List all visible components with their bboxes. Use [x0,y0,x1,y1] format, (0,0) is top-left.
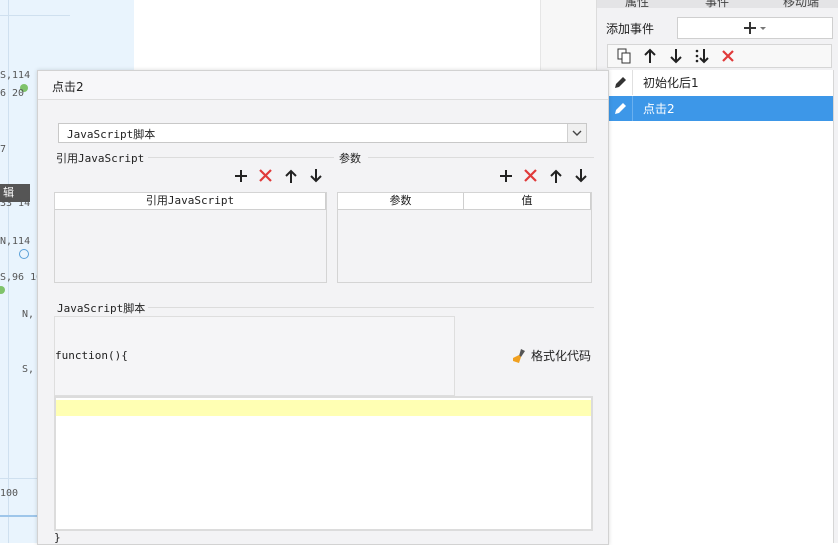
column-header[interactable]: 引用JavaScript [55,193,326,209]
tab-events[interactable]: 事件 [705,0,729,8]
chevron-down-icon[interactable] [567,124,586,142]
event-label: 初始化后1 [643,76,699,90]
script-type-value: JavaScript脚本 [67,128,156,141]
broom-icon [513,348,525,363]
delete-icon[interactable] [521,166,540,185]
code-prefix-box: function(){ [54,316,455,396]
canvas-label: 33 14 [0,198,31,209]
event-dialog: 点击2 JavaScript脚本 引用JavaScript 引用JavaScri… [37,70,609,545]
canvas-label: 7 [0,144,7,155]
ref-js-section-title: 引用JavaScript [56,152,145,165]
event-list: 初始化后1 点击2 [607,70,834,543]
params-table: 参数 值 [337,192,592,283]
code-editor[interactable] [54,396,593,531]
code-prefix: function(){ [55,349,128,362]
move-down-icon[interactable] [306,166,325,185]
tab-mobile[interactable]: 移动端 [783,0,819,8]
dialog-title: 点击2 [52,80,84,94]
dialog-titlebar[interactable]: 点击2 [38,71,608,100]
delete-icon[interactable] [256,166,275,185]
code-suffix: } [54,531,61,544]
section-divider [148,307,594,308]
list-item[interactable]: 点击2 [608,96,833,121]
edit-icon [608,96,633,121]
canvas-label: 6 20 [0,88,25,99]
script-section-title: JavaScript脚本 [57,302,146,315]
ref-js-toolbar [231,166,325,185]
add-event-dropdown[interactable] [677,17,833,39]
script-type-select[interactable]: JavaScript脚本 [58,123,587,143]
event-label: 点击2 [643,102,675,116]
event-panel: 属性 事件 移动端 添加事件 初始化后1 点击2 [596,0,838,543]
table-header: 参数 值 [338,193,591,210]
canvas-label: N, [22,309,35,320]
add-event-label: 添加事件 [606,22,655,36]
move-down-icon[interactable] [571,166,590,185]
move-up-icon[interactable] [281,166,300,185]
section-divider [368,157,594,158]
canvas-label: 100 [0,488,19,499]
event-toolbar [607,44,832,68]
canvas-strip [540,0,597,70]
canvas-node [0,286,5,294]
active-line-highlight [56,400,591,416]
delete-icon[interactable] [718,46,738,66]
canvas-label: S,114 [0,70,31,81]
canvas-node [19,249,29,259]
table-header: 引用JavaScript [55,193,326,210]
params-section-title: 参数 [339,152,361,165]
canvas-gridline [0,15,70,16]
plus-dropdown-icon [744,22,766,34]
list-item[interactable]: 初始化后1 [608,70,833,95]
section-divider [148,157,334,158]
canvas-label: S,96 10 [0,272,43,283]
move-up-icon[interactable] [640,46,660,66]
copy-icon[interactable] [614,46,634,66]
format-code-button[interactable]: 格式化代码 [511,347,591,364]
format-code-label: 格式化代码 [531,349,592,363]
canvas-label: S, [22,364,35,375]
canvas-label: N,114 [0,236,31,247]
add-icon[interactable] [496,166,515,185]
move-down-icon[interactable] [666,46,686,66]
panel-tabs: 属性 事件 移动端 [597,0,838,8]
tab-properties[interactable]: 属性 [625,0,649,8]
move-up-icon[interactable] [546,166,565,185]
params-toolbar [496,166,590,185]
move-bottom-icon[interactable] [692,46,712,66]
add-icon[interactable] [231,166,250,185]
column-header[interactable]: 参数 [338,193,464,209]
column-header[interactable]: 值 [464,193,591,209]
ref-js-table: 引用JavaScript [54,192,327,283]
edit-icon [608,70,633,95]
canvas-area [134,0,540,70]
